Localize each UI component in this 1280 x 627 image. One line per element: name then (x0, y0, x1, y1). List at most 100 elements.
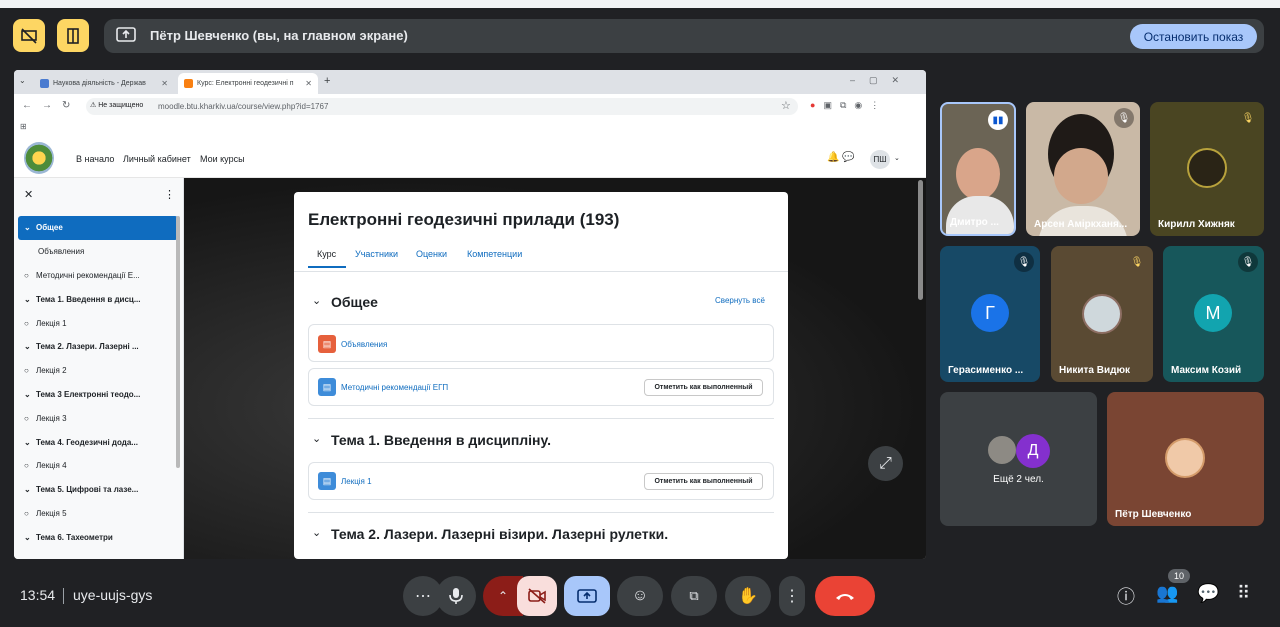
course-index-item[interactable]: ⌄ Тема 6. Тахеометри (18, 525, 178, 549)
microphone-icon (449, 588, 463, 604)
circle-icon: ○ (24, 508, 29, 518)
participant-name: Никита Видюк (1059, 365, 1131, 376)
extension-icons[interactable]: ●▣⧉◉⋮ (810, 100, 887, 111)
participant-tile[interactable]: 🎙 Кирилл Хижняк (1150, 102, 1264, 236)
course-index-item[interactable]: ⌄ Тема 2. Лазери. Лазерні ... (18, 335, 178, 359)
participant-tile[interactable]: Г 🎙 Герасименко ... (940, 246, 1040, 382)
captions-button[interactable]: ⧉ (671, 576, 717, 616)
notifications-messages-icons[interactable]: 🔔 💬 (827, 152, 855, 163)
raise-hand-button[interactable]: ✋ (725, 576, 771, 616)
hang-up-icon (836, 594, 854, 600)
user-avatar[interactable]: ПШ (870, 150, 890, 169)
hand-icon: ✋ (738, 588, 758, 605)
course-index-label: Лекція 5 (36, 508, 67, 518)
url-text[interactable]: moodle.btu.kharkiv.ua/course/view.php?id… (158, 102, 328, 111)
tab-course[interactable]: Курс (317, 249, 336, 259)
chevron-down-icon: ⌄ (24, 389, 31, 399)
avatar (986, 434, 1018, 466)
stop-presenting-icon-button[interactable] (13, 19, 45, 52)
self-tile[interactable]: Пётр Шевченко (1107, 392, 1264, 526)
course-index-item[interactable]: ⌄ Тема 3 Електронні теодо... (18, 383, 178, 407)
participant-tile[interactable]: M 🎙 Максим Козий (1163, 246, 1264, 382)
nav-home-link[interactable]: В начало (76, 154, 114, 164)
activity-link[interactable]: Лекція 1 (341, 477, 372, 486)
participant-name: Пётр Шевченко (1115, 509, 1192, 520)
leave-call-button[interactable] (815, 576, 875, 616)
participant-tile[interactable]: 🎙 Никита Видюк (1051, 246, 1153, 382)
chevron-down-icon: ⌄ (24, 342, 31, 352)
nav-dashboard-link[interactable]: Личный кабинет (123, 154, 191, 164)
camera-off-icon (528, 588, 546, 604)
people-icon[interactable]: 👥 (1156, 583, 1178, 604)
bell-icon[interactable]: 🔔 (827, 152, 839, 163)
university-logo[interactable] (24, 142, 54, 174)
page-scrollbar[interactable] (918, 180, 923, 300)
activity-link[interactable]: Методичні рекомендації ЕГП (341, 383, 448, 392)
mark-done-button[interactable]: Отметить как выполненный (644, 473, 763, 490)
new-tab-icon[interactable]: + (324, 75, 330, 87)
emoji-icon: ☺ (631, 587, 649, 604)
meeting-info-icon[interactable]: ⓘ (1117, 583, 1135, 609)
window-controls[interactable]: –▢✕ (850, 75, 913, 86)
section-collapse-chevron-icon[interactable]: ⌄ (312, 432, 321, 445)
active-tab-underline (308, 266, 346, 268)
mark-done-button[interactable]: Отметить как выполненный (644, 379, 763, 396)
security-indicator[interactable]: ⚠ Не защищено (90, 101, 143, 109)
door-icon (67, 27, 79, 44)
course-index-item[interactable]: ⌄ Общее (18, 216, 178, 240)
chat-icon[interactable]: 💬 (1197, 583, 1219, 604)
course-index-item[interactable]: ○ Лекція 5 (18, 502, 178, 526)
tab-participants[interactable]: Участники (355, 249, 398, 259)
fullscreen-expand-icon[interactable]: ⤢ (868, 446, 903, 481)
course-index-item[interactable]: ⌄ Тема 4. Геодезичні дода... (18, 430, 178, 454)
reactions-button[interactable]: ☺ (617, 576, 663, 616)
more-options-icon[interactable]: ⋮ (164, 188, 175, 201)
participant-count-badge: 10 (1168, 569, 1190, 583)
drawer-scrollbar[interactable] (176, 216, 180, 468)
activity-link[interactable]: Объявления (341, 340, 387, 349)
bookmarks-bar (14, 118, 926, 134)
layout-button[interactable] (57, 19, 89, 52)
tab-competencies[interactable]: Компетенции (467, 249, 522, 259)
tabs-divider (294, 271, 788, 272)
course-index-item[interactable]: ○ Методичні рекомендації Е... (18, 264, 178, 288)
more-actions-button[interactable]: ⋮ (779, 576, 805, 616)
section-collapse-chevron-icon[interactable]: ⌄ (312, 526, 321, 539)
more-participants-tile[interactable]: Д Ещё 2 чел. (940, 392, 1097, 526)
close-tab-icon[interactable]: ✕ (305, 79, 312, 88)
course-index-label: Тема 2. Лазери. Лазерні ... (36, 342, 139, 352)
browser-tab-1[interactable]: Наукова діяльність - Держав ✕ (34, 73, 174, 94)
stop-presenting-button[interactable]: Остановить показ (1130, 24, 1257, 49)
course-index-item[interactable]: ○ Лекція 1 (18, 311, 178, 335)
avatar: Г (971, 294, 1009, 332)
course-index-item[interactable]: ○ Лекція 3 (18, 406, 178, 430)
course-index-item[interactable]: Объявления (18, 240, 178, 264)
activities-grid-icon[interactable]: ⠿ (1237, 583, 1250, 604)
close-drawer-icon[interactable]: ✕ (24, 188, 33, 201)
nav-my-courses-link[interactable]: Мои курсы (200, 154, 245, 164)
camera-toggle-button[interactable] (517, 576, 557, 616)
course-index-item[interactable]: ⌄ Тема 5. Цифрові та лазе... (18, 478, 178, 502)
section-collapse-chevron-icon[interactable]: ⌄ (312, 294, 321, 307)
participant-tile[interactable]: 🎙 Арсен Аміркханя... (1026, 102, 1140, 236)
apps-grid-icon[interactable]: ⊞ (20, 122, 27, 131)
meeting-code[interactable]: uye-uujs-gys (73, 587, 152, 603)
collapse-all-link[interactable]: Свернуть всё (715, 296, 765, 305)
course-index-item[interactable]: ○ Лекція 4 (18, 454, 178, 478)
browser-tab-2[interactable]: Курс: Електронні геодезичні п ✕ (178, 73, 318, 94)
present-button[interactable] (564, 576, 610, 616)
nav-arrows-icon[interactable]: ←→↻ (22, 100, 80, 111)
tab-title: Курс: Електронні геодезичні п (197, 80, 294, 87)
bookmark-star-icon[interactable]: ☆ (781, 99, 791, 112)
course-index-item[interactable]: ⌄ Тема 1. Введення в дисц... (18, 287, 178, 311)
chevron-down-icon[interactable]: ⌄ (894, 154, 900, 162)
chat-icon[interactable]: 💬 (842, 152, 854, 163)
course-index-item[interactable]: ○ Лекція 2 (18, 359, 178, 383)
microphone-button[interactable] (436, 576, 476, 616)
tab-grades[interactable]: Оценки (416, 249, 447, 259)
circle-icon: ○ (24, 366, 29, 376)
participant-name: Кирилл Хижняк (1158, 219, 1235, 230)
tab-search-icon[interactable]: ⌄ (19, 76, 26, 85)
close-tab-icon[interactable]: ✕ (161, 79, 168, 88)
participant-tile[interactable]: ▮▮ Дмитро ... (940, 102, 1016, 236)
